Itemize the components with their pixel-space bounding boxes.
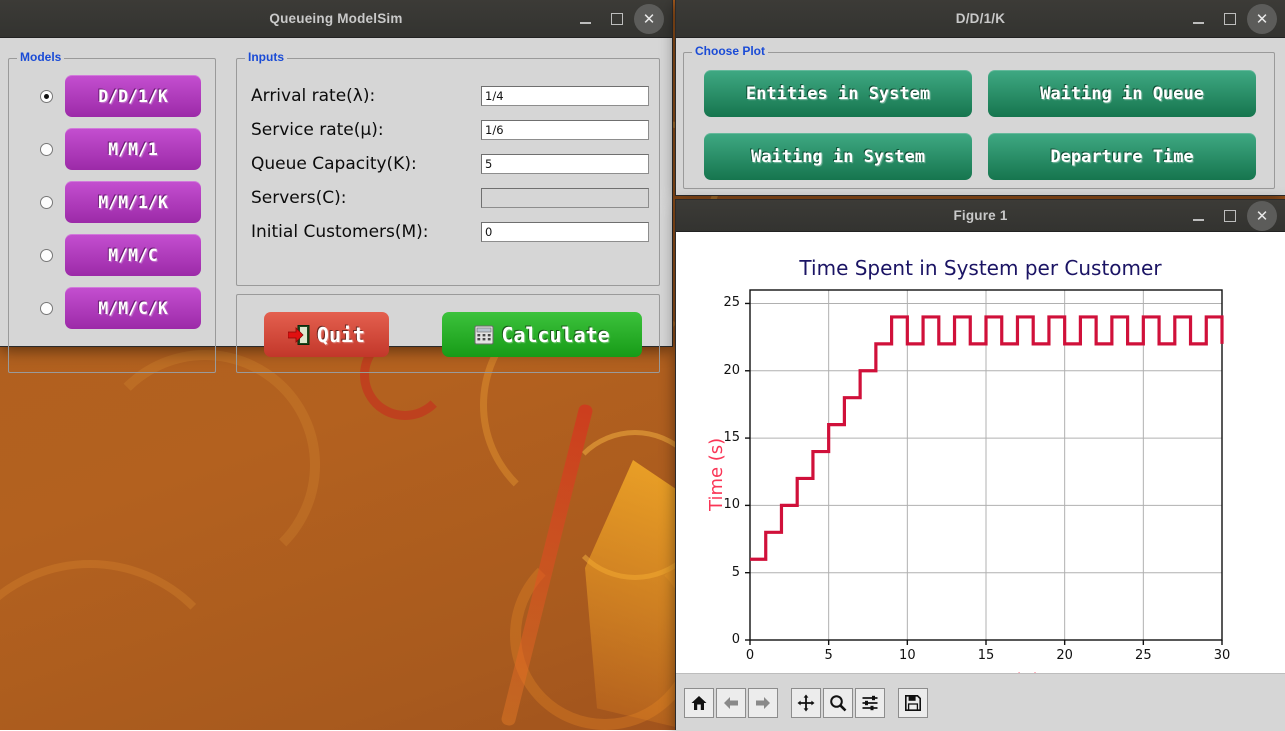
y-tick-label: 25 [676,295,740,310]
model-button-4[interactable]: M/M/C/K [65,287,201,329]
radio-model-3[interactable] [40,249,53,262]
minimize-icon[interactable] [1183,4,1213,34]
quit-button[interactable]: Quit [264,312,389,357]
servers-input[interactable] [481,188,649,208]
model-row-mmc[interactable]: M/M/C [9,231,215,279]
choose-plot-group: Choose Plot Entities in System Waiting i… [683,52,1275,189]
entities-in-system-button[interactable]: Entities in System [704,70,972,117]
radio-model-2[interactable] [40,196,53,209]
minimize-icon[interactable] [570,4,600,34]
app-titlebar[interactable]: Queueing ModelSim ✕ [0,0,672,38]
calculator-icon [474,325,494,345]
plot-window-controls: ✕ [1183,0,1277,38]
y-tick-label: 5 [676,565,740,580]
x-tick-label: 20 [1051,648,1079,663]
maximize-icon[interactable] [602,4,632,34]
chart-plot-area [676,232,1285,673]
y-tick-label: 10 [676,497,740,512]
arrival-rate-label: Arrival rate(λ): [251,86,481,106]
inputs-group-legend: Inputs [245,50,287,64]
maximize-icon[interactable] [1215,4,1245,34]
wallpaper-swirl [0,560,240,730]
back-arrow-icon[interactable] [716,688,746,718]
configure-subplots-icon[interactable] [855,688,885,718]
figure-window-controls: ✕ [1183,200,1277,232]
maximize-icon[interactable] [1215,201,1245,231]
input-row-servers: Servers(C): [237,181,659,215]
home-icon[interactable] [684,688,714,718]
calculate-button[interactable]: Calculate [442,312,642,357]
save-floppy-icon[interactable] [898,688,928,718]
plot-window-titlebar[interactable]: D/D/1/K ✕ [676,0,1285,38]
x-tick-label: 15 [972,648,1000,663]
x-tick-label: 5 [815,648,843,663]
initial-customers-label: Initial Customers(M): [251,222,481,242]
x-tick-label: 25 [1129,648,1157,663]
choose-plot-legend: Choose Plot [692,44,768,58]
model-button-0[interactable]: D/D/1/K [65,75,201,117]
service-rate-label: Service rate(μ): [251,120,481,140]
app-content: Models D/D/1/K M/M/1 M/M/1/K M/M/C M/M/C… [0,38,672,346]
x-tick-label: 30 [1208,648,1236,663]
y-tick-label: 20 [676,363,740,378]
waiting-in-system-button[interactable]: Waiting in System [704,133,972,180]
figure-titlebar[interactable]: Figure 1 ✕ [676,200,1285,232]
queue-capacity-label: Queue Capacity(K): [251,154,481,174]
figure-toolbar [676,673,1285,731]
pan-move-icon[interactable] [791,688,821,718]
close-icon[interactable]: ✕ [1247,201,1277,231]
close-icon[interactable]: ✕ [1247,4,1277,34]
radio-model-1[interactable] [40,143,53,156]
quit-button-label: Quit [317,323,365,347]
queue-capacity-input[interactable]: 5 [481,154,649,174]
arrival-rate-input[interactable]: 1/4 [481,86,649,106]
forward-arrow-icon[interactable] [748,688,778,718]
actions-group: Quit Calculate [236,294,660,373]
minimize-icon[interactable] [1183,201,1213,231]
model-row-mm1k[interactable]: M/M/1/K [9,178,215,226]
exit-door-icon [288,325,310,345]
input-row-arrival-rate: Arrival rate(λ): 1/4 [237,79,659,113]
servers-label: Servers(C): [251,188,481,208]
input-row-initial-customers: Initial Customers(M): 0 [237,215,659,249]
initial-customers-input[interactable]: 0 [481,222,649,242]
plot-window-content: Choose Plot Entities in System Waiting i… [676,38,1285,195]
app-window-controls: ✕ [570,0,664,38]
plot-chooser-window: D/D/1/K ✕ Choose Plot Entities in System… [675,0,1285,196]
close-icon[interactable]: ✕ [634,4,664,34]
inputs-group: Inputs Arrival rate(λ): 1/4 Service rate… [236,58,660,286]
models-group: Models D/D/1/K M/M/1 M/M/1/K M/M/C M/M/C… [8,58,216,373]
zoom-magnifier-icon[interactable] [823,688,853,718]
input-row-service-rate: Service rate(μ): 1/6 [237,113,659,147]
departure-time-button[interactable]: Departure Time [988,133,1256,180]
model-button-2[interactable]: M/M/1/K [65,181,201,223]
wallpaper-swirl [90,350,320,580]
figure-canvas: Time Spent in System per Customer Time (… [676,232,1285,673]
models-group-legend: Models [17,50,64,64]
radio-model-4[interactable] [40,302,53,315]
y-tick-label: 0 [676,632,740,647]
calculate-button-label: Calculate [501,323,609,347]
model-row-ddk1[interactable]: D/D/1/K [9,72,215,120]
service-rate-input[interactable]: 1/6 [481,120,649,140]
radio-model-0[interactable] [40,90,53,103]
figure-window: Figure 1 ✕ Time Spent in System per Cust… [675,199,1285,730]
model-row-mmck[interactable]: M/M/C/K [9,284,215,332]
x-tick-label: 10 [893,648,921,663]
queueing-modelsim-window: Queueing ModelSim ✕ Models D/D/1/K M/M/1… [0,0,673,347]
input-row-queue-capacity: Queue Capacity(K): 5 [237,147,659,181]
x-tick-label: 0 [736,648,764,663]
model-row-mm1[interactable]: M/M/1 [9,125,215,173]
waiting-in-queue-button[interactable]: Waiting in Queue [988,70,1256,117]
y-tick-label: 15 [676,430,740,445]
model-button-1[interactable]: M/M/1 [65,128,201,170]
model-button-3[interactable]: M/M/C [65,234,201,276]
